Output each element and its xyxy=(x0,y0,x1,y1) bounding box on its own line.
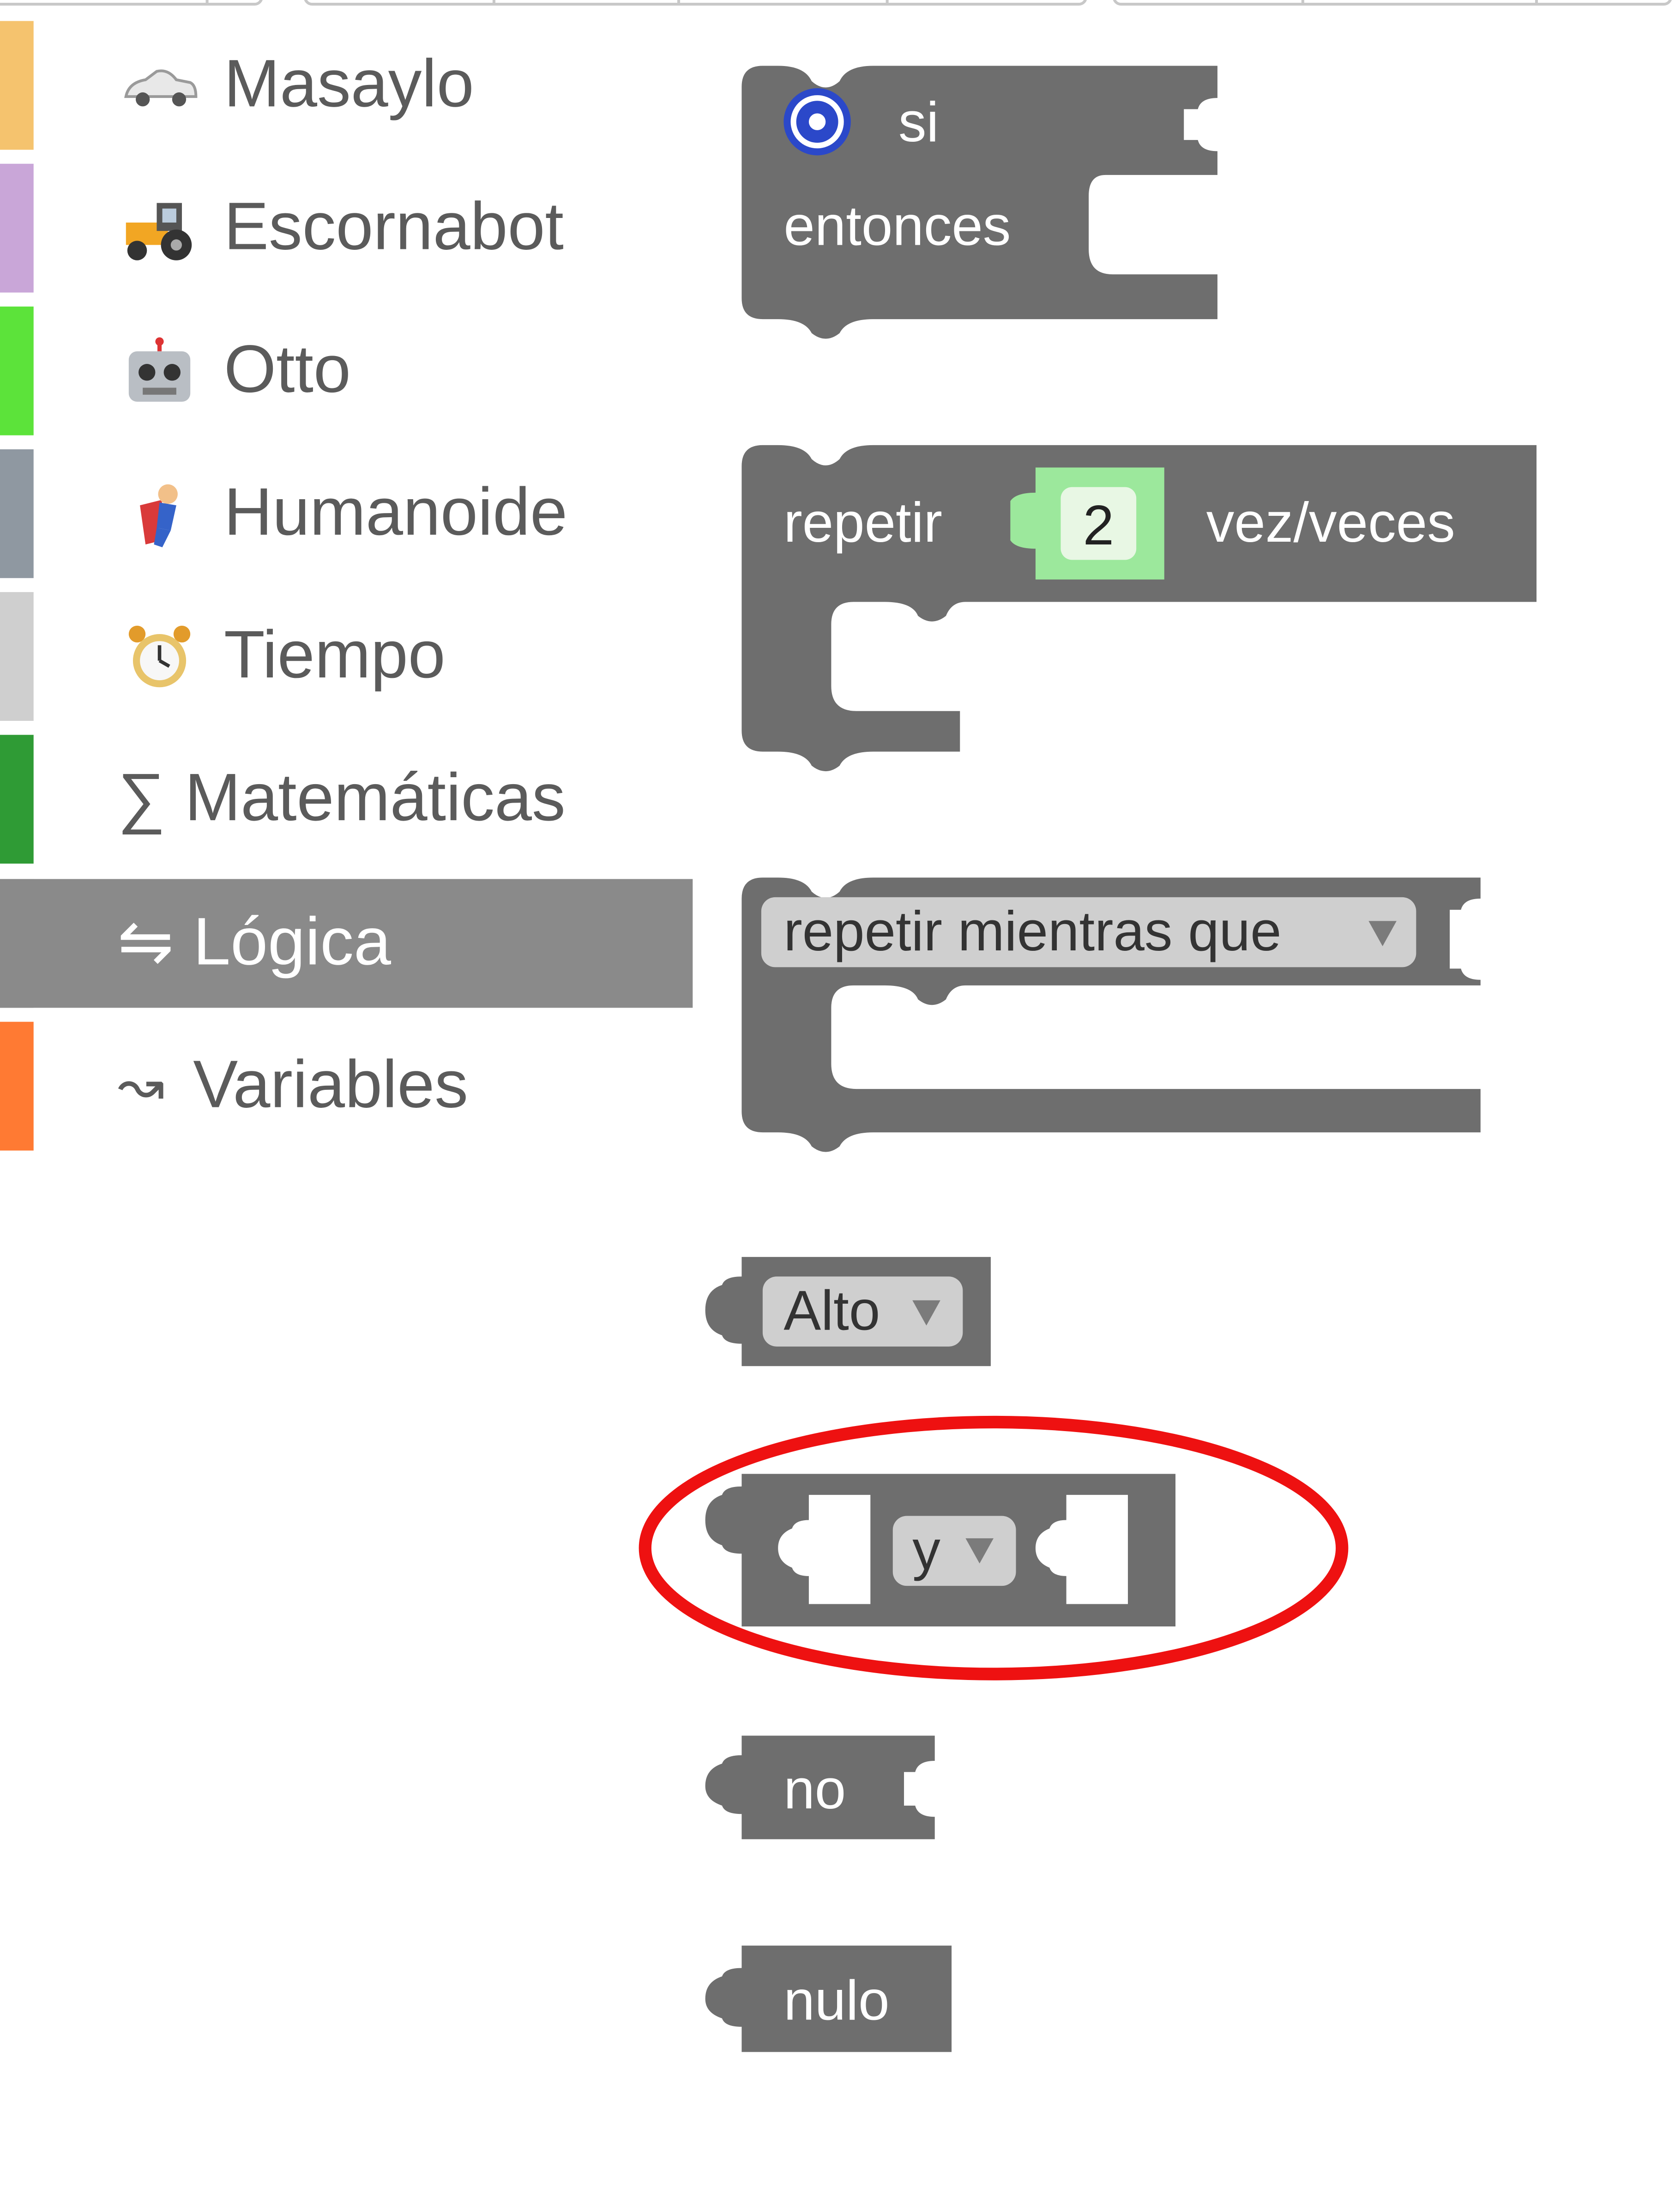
while-mode-label: repetir mientras que xyxy=(783,900,1281,962)
repeat-count-value[interactable]: 2 xyxy=(1083,494,1114,556)
if-block[interactable]: si entonces xyxy=(741,66,1217,339)
if-label: si xyxy=(898,91,939,153)
not-block[interactable]: no xyxy=(705,1735,935,1839)
then-label: entonces xyxy=(783,194,1011,257)
boolean-dropdown[interactable]: Alto xyxy=(762,1276,963,1347)
workspace: Masaylo Escornabot Otto Humanoide Tiempo… xyxy=(0,0,1675,2212)
boolean-block[interactable]: Alto xyxy=(705,1257,991,1366)
block-flyout: si entonces repetir 2 vez/veces repetir … xyxy=(639,66,1537,2052)
null-block[interactable]: nulo xyxy=(705,1946,952,2052)
repeat-suffix-label: vez/veces xyxy=(1206,491,1455,554)
while-block[interactable]: repetir mientras que xyxy=(741,877,1481,1152)
repeat-label: repetir xyxy=(783,491,942,554)
and-block[interactable]: y xyxy=(705,1474,1176,1627)
gear-icon[interactable] xyxy=(783,88,851,156)
repeat-block[interactable]: repetir 2 vez/veces xyxy=(741,445,1537,772)
while-mode-dropdown[interactable]: repetir mientras que xyxy=(761,897,1416,967)
and-operator-dropdown[interactable]: y xyxy=(892,1516,1016,1586)
null-label: nulo xyxy=(783,1969,889,2032)
boolean-value-label: Alto xyxy=(783,1279,880,1342)
and-operator-label: y xyxy=(912,1518,940,1581)
not-label: no xyxy=(783,1758,846,1820)
